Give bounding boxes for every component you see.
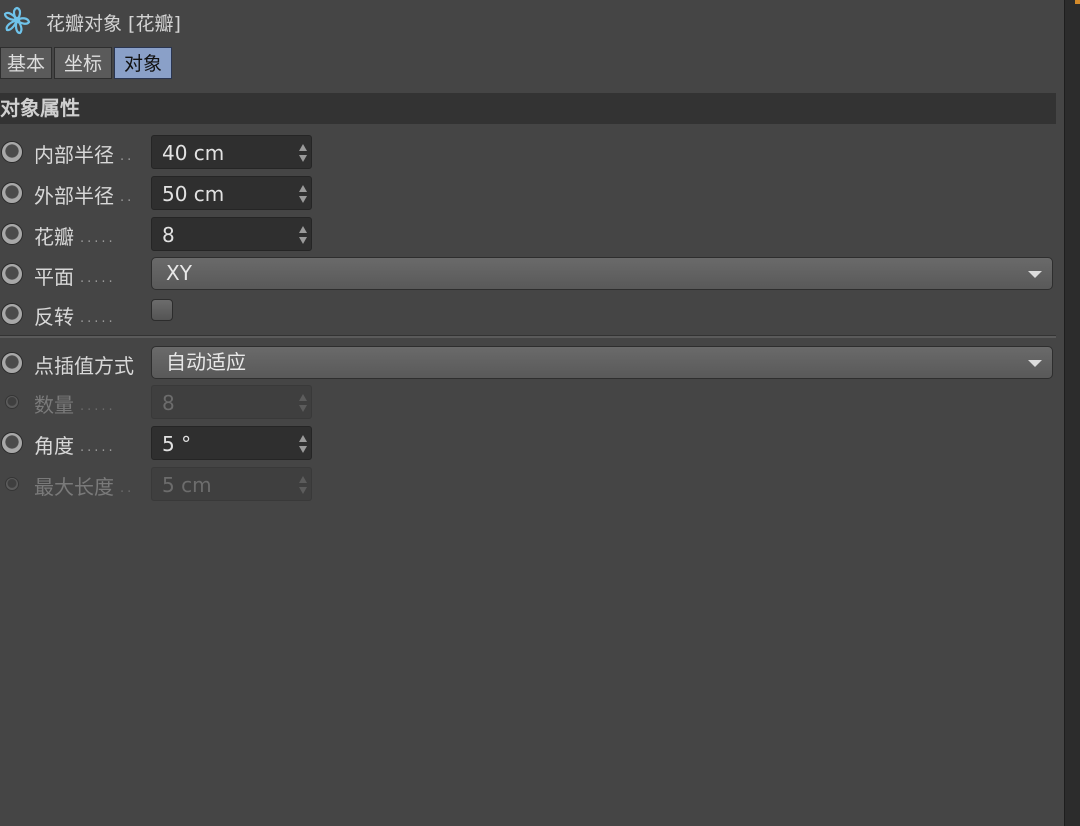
animation-toggle[interactable] (1, 182, 23, 204)
stepper-icon (299, 394, 307, 412)
divider (0, 335, 1056, 338)
param-row-angle: 角度..... 5 ° (0, 426, 1060, 462)
animation-toggle[interactable] (1, 223, 23, 245)
param-row-reverse: 反转..... (0, 297, 1060, 333)
inner-radius-input[interactable]: 40 cm (151, 135, 312, 169)
outer-radius-input[interactable]: 50 cm (151, 176, 312, 210)
param-label: 数量..... (34, 393, 116, 417)
animation-toggle (5, 395, 19, 409)
param-row-outer-radius: 外部半径.. 50 cm (0, 176, 1060, 212)
animation-toggle[interactable] (1, 432, 23, 454)
tab-coordinates[interactable]: 坐标 (54, 47, 112, 79)
chevron-down-icon (1028, 271, 1042, 278)
stepper-icon[interactable] (299, 185, 307, 203)
param-row-petals: 花瓣..... 8 (0, 217, 1060, 253)
animation-toggle[interactable] (1, 352, 23, 374)
count-input: 8 (151, 385, 312, 419)
angle-input[interactable]: 5 ° (151, 426, 312, 460)
param-label: 外部半径.. (34, 184, 135, 208)
stepper-icon (299, 476, 307, 494)
stepper-icon[interactable] (299, 144, 307, 162)
param-label: 角度..... (34, 434, 116, 458)
title-bar: 花瓣对象 [花瓣] (0, 0, 1060, 42)
adjacent-panel-edge (1064, 0, 1080, 826)
stepper-icon[interactable] (299, 226, 307, 244)
stepper-icon[interactable] (299, 435, 307, 453)
animation-toggle[interactable] (1, 141, 23, 163)
petals-input[interactable]: 8 (151, 217, 312, 251)
param-label: 平面..... (34, 265, 116, 289)
plane-select[interactable]: XY (151, 257, 1053, 290)
interpolation-select[interactable]: 自动适应 (151, 346, 1053, 379)
chevron-down-icon (1028, 360, 1042, 367)
param-row-plane: 平面..... XY (0, 257, 1060, 293)
animation-toggle[interactable] (1, 303, 23, 325)
param-label: 点插值方式 (34, 354, 134, 378)
tab-basic[interactable]: 基本 (0, 47, 52, 79)
object-title: 花瓣对象 [花瓣] (46, 13, 181, 35)
max-length-input: 5 cm (151, 467, 312, 501)
param-row-inner-radius: 内部半径.. 40 cm (0, 135, 1060, 171)
section-title: 对象属性 (0, 93, 1056, 124)
param-row-interpolation: 点插值方式 自动适应 (0, 346, 1060, 382)
param-label: 最大长度.. (34, 475, 135, 499)
animation-toggle (5, 477, 19, 491)
param-label: 花瓣..... (34, 225, 116, 249)
param-label: 内部半径.. (34, 143, 135, 167)
flower-icon (3, 6, 31, 35)
panel-accent (1075, 0, 1080, 4)
animation-toggle[interactable] (1, 263, 23, 285)
param-row-max-length: 最大长度.. 5 cm (0, 467, 1060, 503)
tab-object[interactable]: 对象 (114, 47, 172, 79)
param-row-count: 数量..... 8 (0, 385, 1060, 421)
param-label: 反转..... (34, 305, 116, 329)
reverse-checkbox[interactable] (151, 299, 173, 321)
